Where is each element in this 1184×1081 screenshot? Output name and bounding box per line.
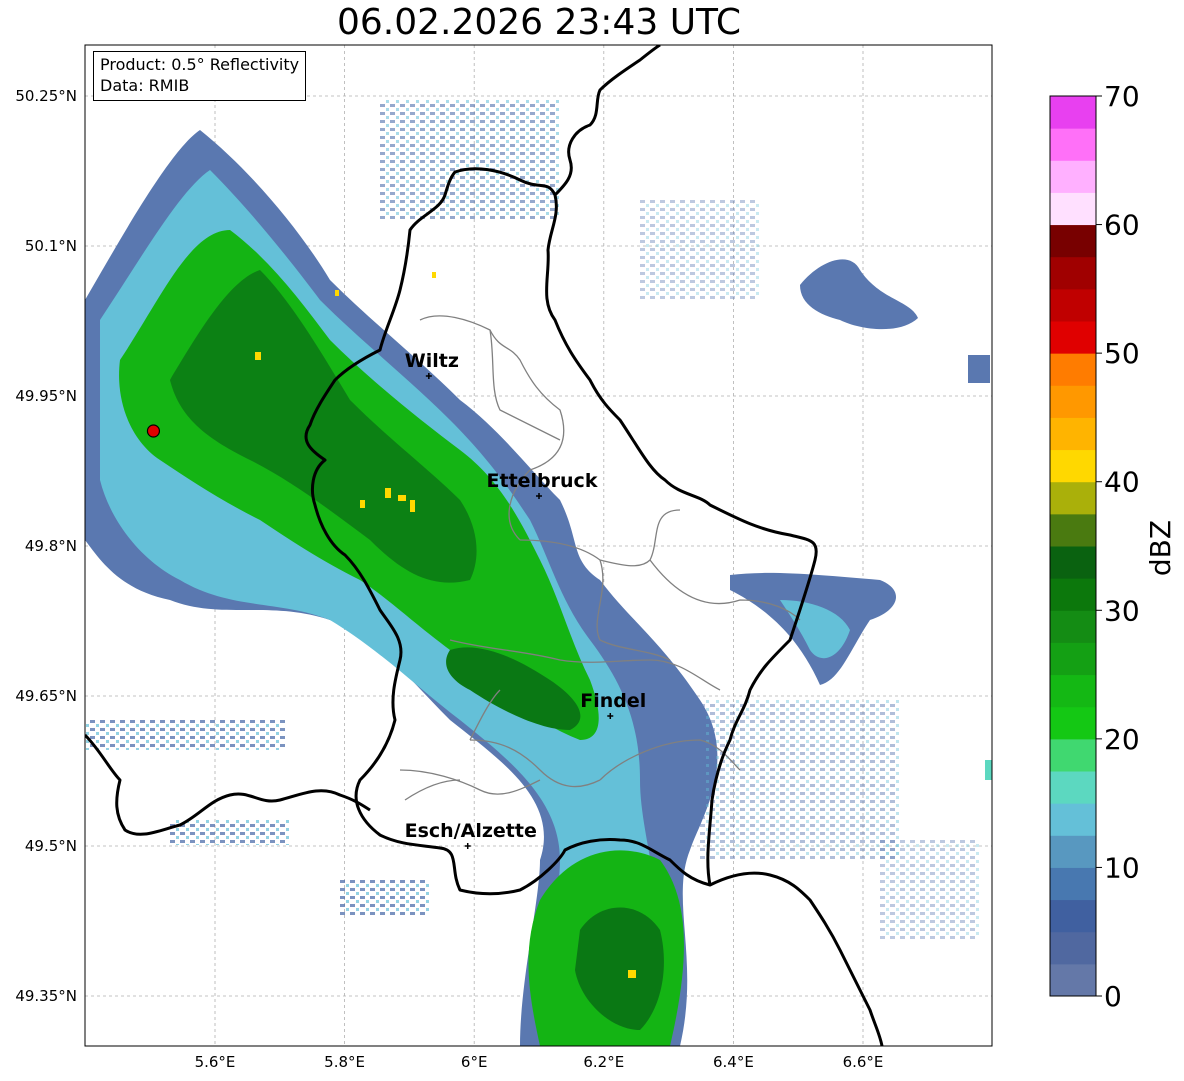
city-label: Wiltz xyxy=(405,350,459,372)
colorbar-tick-label: 40 xyxy=(1104,466,1140,499)
colorbar-tick-label: 60 xyxy=(1104,209,1140,242)
echo-east-edge xyxy=(985,760,992,780)
lat-tick-label: 49.35°N xyxy=(15,987,77,1005)
lat-tick-label: 49.65°N xyxy=(15,687,77,705)
colorbar-segment xyxy=(1050,128,1096,161)
city-label: Ettelbruck xyxy=(487,470,598,492)
colorbar-segment xyxy=(1050,96,1096,129)
radar-map: WiltzEttelbruckFindelEsch/Alzette 5.6°E 5… xyxy=(15,44,1177,1071)
colorbar-tick-label: 50 xyxy=(1104,337,1140,370)
colorbar-segment xyxy=(1050,385,1096,418)
colorbar-segment xyxy=(1050,546,1096,579)
lon-tick-label: 6°E xyxy=(461,1053,488,1071)
colorbar-segment xyxy=(1050,771,1096,804)
colorbar: 0 10 20 30 40 50 60 70 dBZ xyxy=(1049,80,1177,1013)
colorbar-tick-label: 30 xyxy=(1104,594,1140,627)
colorbar-segment xyxy=(1050,578,1096,611)
colorbar-segment xyxy=(1050,963,1096,997)
colorbar-segment xyxy=(1050,321,1096,354)
lon-tick-label: 6.2°E xyxy=(583,1053,624,1071)
colorbar-segment xyxy=(1050,931,1096,965)
colorbar-tick-label: 10 xyxy=(1104,851,1140,884)
lat-tick-label: 49.8°N xyxy=(25,537,77,555)
city-label: Esch/Alzette xyxy=(405,820,537,842)
lon-tick-label: 5.6°E xyxy=(195,1053,236,1071)
radar-site-marker xyxy=(146,424,161,438)
colorbar-segment xyxy=(1050,224,1096,258)
colorbar-segment xyxy=(1050,867,1096,901)
colorbar-segment xyxy=(1050,738,1096,772)
lon-tick-label: 5.8°E xyxy=(324,1053,365,1071)
echo-east-cell xyxy=(968,355,990,383)
colorbar-tick-label: 20 xyxy=(1104,723,1140,756)
colorbar-segment xyxy=(1050,513,1096,547)
colorbar-segment xyxy=(1050,481,1096,515)
product-info-box: Product: 0.5° Reflectivity Data: RMIB xyxy=(93,51,307,101)
colorbar-segment xyxy=(1050,256,1096,290)
city-label: Findel xyxy=(580,690,646,712)
colorbar-tick-label: 70 xyxy=(1104,80,1140,113)
colorbar-segment xyxy=(1050,835,1096,868)
colorbar-tick-label: 0 xyxy=(1104,980,1122,1013)
colorbar-segment xyxy=(1050,610,1096,643)
colorbar-segment xyxy=(1050,899,1096,933)
colorbar-segment xyxy=(1050,803,1096,836)
colorbar-segment xyxy=(1050,449,1096,483)
product-label: Product: 0.5° Reflectivity xyxy=(100,55,300,74)
latitude-tick-labels: 50.25°N 50.1°N 49.95°N 49.8°N 49.65°N 49.5°N 4… xyxy=(15,87,77,1005)
colorbar-title: dBZ xyxy=(1144,520,1177,576)
colorbar-segment xyxy=(1050,706,1096,740)
lat-tick-label: 49.5°N xyxy=(25,837,77,855)
colorbar-segment xyxy=(1050,674,1096,708)
lat-tick-label: 50.25°N xyxy=(15,87,77,105)
data-source-label: Data: RMIB xyxy=(100,76,190,95)
colorbar-segment xyxy=(1050,288,1096,322)
colorbar-segment xyxy=(1050,353,1096,386)
lon-tick-label: 6.6°E xyxy=(843,1053,884,1071)
colorbar-segment xyxy=(1050,642,1096,676)
lat-tick-label: 50.1°N xyxy=(25,237,77,255)
longitude-tick-labels: 5.6°E 5.8°E 6°E 6.2°E 6.4°E 6.6°E xyxy=(195,1053,884,1071)
colorbar-segment xyxy=(1050,192,1096,226)
colorbar-segment xyxy=(1050,417,1096,451)
lon-tick-label: 6.4°E xyxy=(713,1053,754,1071)
colorbar-segment xyxy=(1050,160,1096,193)
lat-tick-label: 49.95°N xyxy=(15,387,77,405)
